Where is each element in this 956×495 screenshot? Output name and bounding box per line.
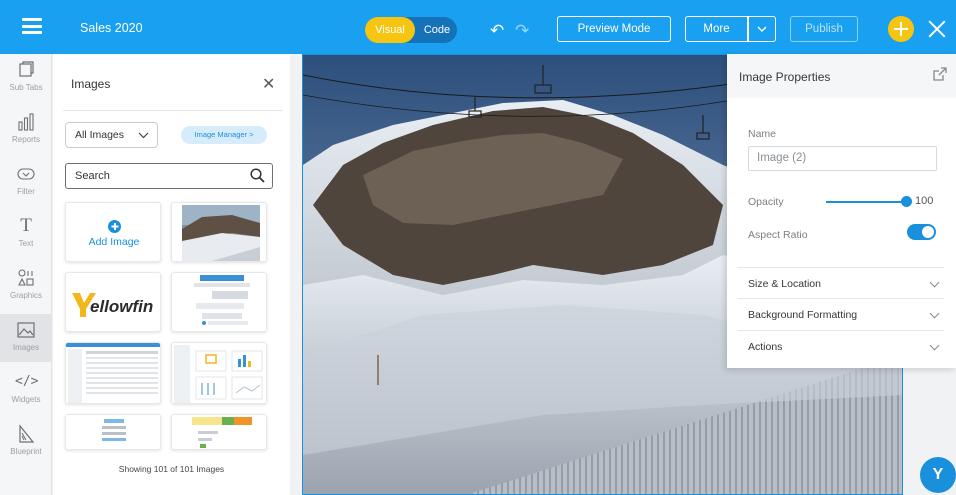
ski-slope-thumbnail: [182, 205, 260, 261]
image-filter-dropdown[interactable]: All Images: [65, 122, 158, 148]
dashboard-thumbnail: [174, 345, 263, 403]
colorful-dashboard-thumbnail: [192, 417, 252, 448]
panel-title: Images: [71, 77, 111, 91]
visual-code-toggle[interactable]: Visual Code: [365, 17, 457, 43]
add-icon[interactable]: [888, 16, 914, 42]
yellowfin-logo-thumbnail: ellowfin: [72, 293, 153, 317]
chevron-down-icon: [929, 277, 940, 288]
properties-header: Image Properties: [727, 54, 956, 98]
screenshot-thumbnail: [194, 275, 250, 325]
publish-button[interactable]: Publish: [790, 16, 858, 42]
image-properties-panel: Image Properties Name Image (2) Opacity …: [727, 54, 956, 368]
popout-icon[interactable]: [932, 66, 948, 82]
chevron-down-icon: [929, 340, 940, 351]
image-manager-link[interactable]: Image Manager >: [181, 126, 267, 144]
aspect-ratio-toggle[interactable]: [907, 224, 936, 240]
close-icon[interactable]: [926, 18, 948, 40]
image-thumbnail[interactable]: [65, 342, 161, 404]
images-panel: Images ✕ All Images Image Manager > Sear…: [53, 54, 290, 495]
more-button[interactable]: More: [685, 16, 748, 42]
search-input[interactable]: Search: [65, 163, 273, 189]
add-circle-icon: [108, 220, 121, 233]
text-icon: T: [20, 215, 32, 236]
opacity-value: 100: [915, 195, 934, 207]
preview-mode-button[interactable]: Preview Mode: [557, 16, 671, 42]
chevron-down-icon: [757, 26, 767, 32]
redo-icon[interactable]: ↷: [515, 22, 529, 39]
name-field[interactable]: Image (2): [748, 146, 937, 171]
opacity-slider-handle[interactable]: [901, 196, 912, 207]
background-formatting-section[interactable]: Background Formatting: [737, 298, 944, 329]
rail-item-widgets[interactable]: </> Widgets: [0, 366, 52, 414]
undo-icon[interactable]: ↶: [490, 22, 504, 39]
image-thumbnail[interactable]: [171, 202, 267, 262]
divider: [63, 110, 283, 111]
name-label: Name: [748, 128, 777, 140]
svg-text:ellowfin: ellowfin: [90, 297, 153, 316]
image-count: Showing 101 of 101 Images: [118, 464, 225, 474]
graphics-icon: [18, 269, 34, 286]
rail-item-text[interactable]: T Text: [0, 210, 52, 258]
chevron-down-icon: [138, 132, 149, 139]
image-thumbnail[interactable]: ellowfin: [65, 272, 161, 332]
rail-item-blueprint[interactable]: Blueprint: [0, 418, 52, 466]
rail-item-sub-tabs[interactable]: Sub Tabs: [0, 54, 52, 102]
rail-item-reports[interactable]: Reports: [0, 106, 52, 154]
aspect-ratio-label: Aspect Ratio: [748, 229, 808, 241]
add-image-tile[interactable]: Add Image: [65, 202, 161, 262]
blueprint-icon: [19, 424, 35, 443]
opacity-slider-track[interactable]: [826, 201, 906, 203]
filter-icon: [17, 168, 35, 180]
help-assistant-button[interactable]: Y: [920, 457, 956, 493]
close-icon[interactable]: ✕: [262, 74, 275, 94]
chevron-down-icon: [929, 308, 940, 319]
widgets-icon: </>: [15, 374, 39, 389]
properties-title: Image Properties: [739, 70, 831, 84]
images-icon: [17, 322, 35, 338]
more-dropdown-button[interactable]: [748, 16, 776, 42]
visual-mode-button[interactable]: Visual: [365, 17, 415, 43]
image-thumbnail[interactable]: [171, 414, 267, 450]
left-rail: Sub Tabs Reports Filter T Text Graphics …: [0, 54, 52, 495]
menu-icon[interactable]: [22, 18, 42, 34]
image-thumbnail[interactable]: [171, 342, 267, 404]
dashboard-title: Sales 2020: [80, 21, 143, 35]
code-mode-button[interactable]: Code: [419, 17, 455, 43]
form-thumbnail: [102, 419, 126, 441]
sub-tabs-icon: [19, 61, 34, 77]
image-thumbnail[interactable]: [65, 414, 161, 450]
opacity-label: Opacity: [748, 196, 784, 208]
report-list-thumbnail: [66, 343, 160, 403]
size-location-section[interactable]: Size & Location: [737, 267, 944, 298]
rail-item-filter[interactable]: Filter: [0, 158, 52, 206]
image-thumbnail[interactable]: [171, 272, 267, 332]
rail-item-images[interactable]: Images: [0, 314, 52, 362]
actions-section[interactable]: Actions: [737, 330, 944, 361]
top-toolbar: Sales 2020 Visual Code ↶ ↷ Preview Mode …: [0, 0, 956, 54]
rail-item-graphics[interactable]: Graphics: [0, 262, 52, 310]
search-icon[interactable]: [250, 168, 265, 183]
reports-icon: [18, 113, 34, 131]
search-placeholder: Search: [75, 170, 110, 182]
